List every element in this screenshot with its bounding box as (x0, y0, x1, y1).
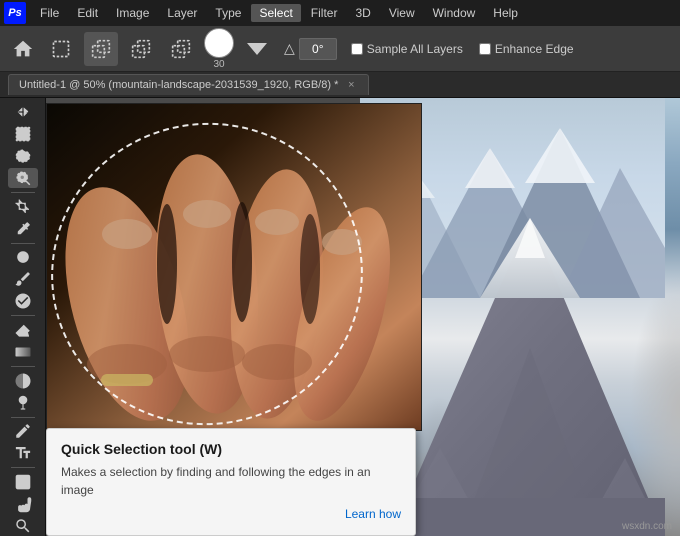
tooltip-description: Makes a selection by finding and followi… (61, 463, 401, 499)
brush-size-display[interactable]: 30 (204, 28, 234, 70)
toolbar-separator-3 (11, 315, 35, 316)
marquee-tool-button[interactable] (8, 124, 38, 144)
enhance-edge-checkbox[interactable] (479, 43, 491, 55)
intersect-selection-button[interactable] (164, 32, 198, 66)
menu-bar: Ps File Edit Image Layer Type Select Fil… (0, 0, 680, 26)
dodge-tool-button[interactable] (8, 393, 38, 413)
menu-window[interactable]: Window (425, 4, 484, 22)
menu-file[interactable]: File (32, 4, 67, 22)
app-icon: Ps (4, 2, 26, 24)
tooltip-box: Quick Selection tool (W) Makes a selecti… (46, 428, 416, 536)
add-selection-button[interactable] (84, 32, 118, 66)
hand-tool-button[interactable] (8, 494, 38, 514)
menu-filter[interactable]: Filter (303, 4, 346, 22)
move-tool-button[interactable] (8, 102, 38, 122)
tab-close-button[interactable]: × (344, 78, 358, 92)
tab-bar: Untitled-1 @ 50% (mountain-landscape-203… (0, 72, 680, 98)
tooltip-learn-how-link[interactable]: Learn how (61, 507, 401, 521)
document-tab[interactable]: Untitled-1 @ 50% (mountain-landscape-203… (8, 74, 369, 95)
menu-3d[interactable]: 3D (347, 4, 378, 22)
subtract-selection-button[interactable] (124, 32, 158, 66)
angle-input[interactable] (299, 38, 337, 60)
menu-select[interactable]: Select (251, 4, 300, 22)
menu-help[interactable]: Help (485, 4, 526, 22)
menu-layer[interactable]: Layer (159, 4, 205, 22)
lasso-tool-button[interactable] (8, 146, 38, 166)
toolbar-separator-5 (11, 417, 35, 418)
pen-tool-button[interactable] (8, 421, 38, 441)
sample-all-layers-group: Sample All Layers (351, 42, 463, 56)
sample-all-layers-checkbox[interactable] (351, 43, 363, 55)
tooltip-title: Quick Selection tool (W) (61, 441, 401, 457)
healing-brush-tool-button[interactable] (8, 247, 38, 267)
toolbar-separator-6 (11, 467, 35, 468)
brush-tool-button[interactable] (8, 269, 38, 289)
menu-edit[interactable]: Edit (69, 4, 106, 22)
canvas-area[interactable]: Quick Selection tool (W) Makes a selecti… (46, 98, 680, 536)
home-button[interactable] (8, 34, 38, 64)
watermark: wsxdn.com (622, 521, 672, 532)
zoom-tool-button[interactable] (8, 516, 38, 536)
fingers-photo-image (46, 103, 422, 431)
brush-dropdown-arrow[interactable] (240, 32, 274, 66)
shape-tool-button[interactable] (8, 472, 38, 492)
left-toolbar (0, 98, 46, 536)
menu-image[interactable]: Image (108, 4, 157, 22)
brush-size-circle (204, 28, 234, 58)
main-area: Quick Selection tool (W) Makes a selecti… (0, 98, 680, 536)
menu-type[interactable]: Type (207, 4, 249, 22)
crop-tool-button[interactable] (8, 197, 38, 217)
enhance-edge-group: Enhance Edge (479, 42, 574, 56)
toolbar-separator-4 (11, 366, 35, 367)
eraser-tool-button[interactable] (8, 320, 38, 340)
type-tool-button[interactable] (8, 443, 38, 463)
angle-icon: △ (284, 40, 295, 57)
menu-view[interactable]: View (381, 4, 423, 22)
toolbar-separator-2 (11, 243, 35, 244)
new-selection-button[interactable] (44, 32, 78, 66)
blur-tool-button[interactable] (8, 371, 38, 391)
angle-section: △ (284, 38, 337, 60)
toolbar-separator-1 (11, 192, 35, 193)
gradient-tool-button[interactable] (8, 342, 38, 362)
options-bar: 30 △ Sample All Layers Enhance Edge (0, 26, 680, 72)
sample-all-layers-label[interactable]: Sample All Layers (351, 42, 463, 56)
brush-size-label: 30 (213, 59, 224, 70)
enhance-edge-label[interactable]: Enhance Edge (495, 42, 574, 56)
clone-stamp-tool-button[interactable] (8, 291, 38, 311)
tab-title: Untitled-1 @ 50% (mountain-landscape-203… (19, 79, 338, 91)
eyedropper-tool-button[interactable] (8, 219, 38, 239)
quick-selection-tool-button[interactable] (8, 168, 38, 188)
